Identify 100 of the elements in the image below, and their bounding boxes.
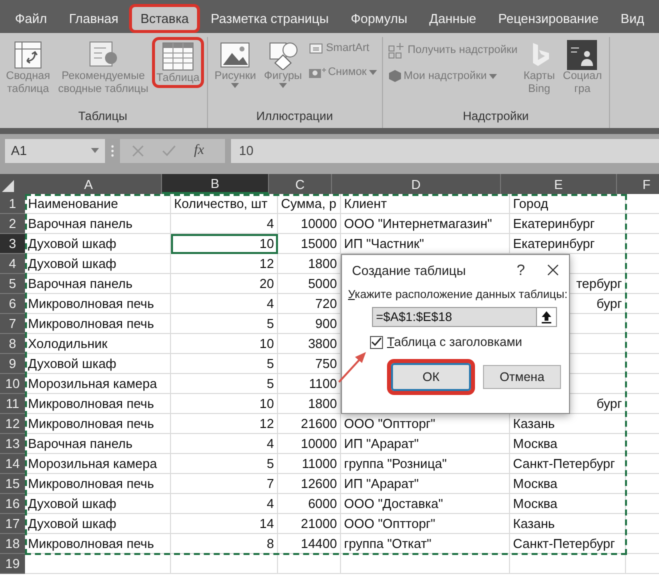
table-cell: Варочная панель — [25, 274, 171, 294]
headers-checkbox[interactable] — [370, 336, 383, 348]
menu-tab[interactable]: Файл — [4, 4, 58, 33]
checkbox-label: Таблица с заголовками — [387, 335, 522, 349]
table-cell: Количество, шт — [171, 194, 278, 214]
column-header[interactable]: B — [162, 174, 269, 194]
table-cell: Духовой шкаф — [25, 354, 171, 374]
table-cell: 5 — [171, 354, 278, 374]
menu-tab[interactable]: Рецензирование — [487, 4, 610, 33]
name-box[interactable]: A1 — [5, 138, 105, 162]
group-label: Таблицы — [77, 109, 128, 123]
row-header[interactable]: 18 — [0, 534, 25, 554]
dropdown-caret-icon — [231, 83, 240, 88]
table-cell: Казань — [510, 514, 626, 534]
column-header[interactable]: D — [332, 174, 501, 194]
table-cell: 12600 — [278, 474, 341, 494]
row-header[interactable]: 13 — [0, 434, 25, 454]
table-cell: 10 — [171, 394, 278, 414]
table-cell: 10000 — [278, 434, 341, 454]
group-label: Иллюстрации — [255, 109, 334, 123]
table-cell: Санкт-Петербург — [510, 534, 626, 554]
cube-icon — [388, 69, 402, 83]
table-cell: 12 — [171, 254, 278, 274]
row-header[interactable]: 7 — [0, 314, 25, 334]
menu-tab[interactable]: Вид — [610, 4, 656, 33]
row-header[interactable]: 8 — [0, 334, 25, 354]
table-cell: Санкт-Петербург — [510, 454, 626, 474]
table-cell: Наименование — [25, 194, 171, 214]
table-cell: ООО "Доставка" — [341, 494, 510, 514]
formula-field[interactable]: 10 — [231, 138, 659, 162]
row-header[interactable]: 10 — [0, 374, 25, 394]
table-icon — [160, 40, 195, 72]
table-cell: ИП "Арарат" — [341, 434, 510, 454]
close-icon[interactable] — [547, 264, 559, 276]
table-cell: 4 — [171, 494, 278, 514]
menu-tab[interactable]: Главная — [58, 4, 130, 33]
row-header[interactable]: 15 — [0, 474, 25, 494]
range-field[interactable]: =$A$1:$E$18 — [372, 307, 557, 327]
table-cell: Микроволновая печь — [25, 474, 171, 494]
column-header[interactable]: A — [16, 174, 162, 194]
table-cell: Город — [510, 194, 626, 214]
table-cell: Микроволновая печь — [25, 414, 171, 434]
table-cell: Микроволновая печь — [25, 394, 171, 414]
row-header[interactable]: 3 — [0, 234, 25, 254]
table-cell: Москва — [510, 474, 626, 494]
row-header[interactable]: 17 — [0, 514, 25, 534]
checkmark-icon[interactable] — [162, 144, 176, 156]
table-cell: 15000 — [278, 234, 341, 254]
table-cell: Екатеринбург — [510, 214, 626, 234]
row-header[interactable]: 5 — [0, 274, 25, 294]
menu-tab[interactable]: Разметка страницы — [200, 4, 340, 33]
dropdown-caret-icon — [488, 74, 497, 78]
table-cell: 7 — [171, 474, 278, 494]
ok-button[interactable]: ОК — [387, 359, 475, 395]
group-label: Надстройки — [462, 109, 530, 123]
dropdown-caret-icon — [279, 83, 287, 88]
camera-icon — [308, 65, 326, 79]
row-header[interactable]: 14 — [0, 454, 25, 474]
column-header[interactable]: C — [269, 174, 332, 194]
table-cell: 5 — [171, 374, 278, 394]
smartart-icon — [308, 41, 324, 55]
table-cell: 11000 — [278, 454, 341, 474]
table-cell: 14 — [171, 514, 278, 534]
select-all-icon[interactable] — [2, 180, 14, 192]
table-cell: Духовой шкаф — [25, 494, 171, 514]
table-cell: Москва — [510, 494, 626, 514]
table-cell: Варочная панель — [25, 434, 171, 454]
column-header[interactable]: F — [617, 174, 659, 194]
picture-icon — [219, 40, 252, 70]
table-cell: Духовой шкаф — [25, 254, 171, 274]
table-cell: ООО "Интернетмагазин" — [341, 214, 510, 234]
table-cell: Микроволновая печь — [25, 534, 171, 554]
row-header[interactable]: 6 — [0, 294, 25, 314]
menu-tab[interactable]: Данные — [418, 4, 488, 33]
table-cell: 21600 — [278, 414, 341, 434]
row-header[interactable]: 4 — [0, 254, 25, 274]
row-header[interactable]: 1 — [0, 194, 25, 214]
row-header[interactable]: 19 — [0, 554, 25, 574]
row-header[interactable]: 11 — [0, 394, 25, 414]
table-cell: 4 — [171, 434, 278, 454]
table-cell: Сумма, р — [278, 194, 341, 214]
table-cell: 12 — [171, 414, 278, 434]
row-header[interactable]: 12 — [0, 414, 25, 434]
active-cell: 10 — [171, 234, 278, 254]
table-cell: группа "Откат" — [341, 534, 510, 554]
empty-cell — [278, 554, 341, 574]
row-header[interactable]: 2 — [0, 214, 25, 234]
row-header[interactable]: 16 — [0, 494, 25, 514]
function-button[interactable]: fx — [194, 142, 204, 158]
menu-tab[interactable]: Вставка — [129, 4, 200, 33]
cancel-button[interactable]: Отмена — [483, 365, 561, 389]
table-cell: 4 — [171, 294, 278, 314]
table-cell: 20 — [171, 274, 278, 294]
table-cell: группа "Розница" — [341, 454, 510, 474]
table-cell: 14400 — [278, 534, 341, 554]
table-cell: Клиент — [341, 194, 510, 214]
table-cell: 21000 — [278, 514, 341, 534]
menu-tab[interactable]: Формулы — [340, 4, 418, 33]
column-header[interactable]: E — [501, 174, 617, 194]
row-header[interactable]: 9 — [0, 354, 25, 374]
